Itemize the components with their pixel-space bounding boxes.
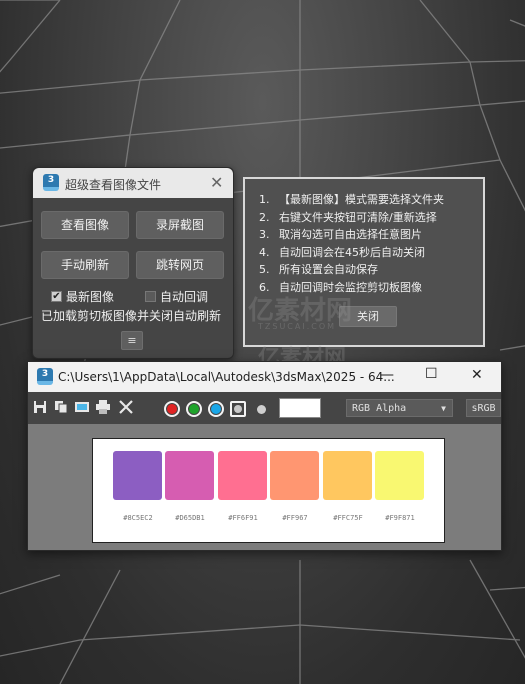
viewer-toolbar: RGB Alpha ▼ sRGB	[28, 392, 501, 424]
3dsmax-app-icon: 3	[37, 368, 53, 385]
print-icon[interactable]	[96, 400, 110, 414]
3dsmax-app-icon: 3	[43, 174, 59, 191]
chevron-down-icon: ▼	[441, 404, 446, 413]
view-image-button[interactable]: 查看图像	[41, 211, 129, 239]
latest-image-label: 最新图像	[66, 290, 115, 304]
auto-callback-label: 自动回调	[160, 290, 209, 304]
palette-swatch	[323, 451, 372, 500]
open-webpage-button[interactable]: 跳转网页	[136, 251, 224, 279]
palette-swatch	[218, 451, 267, 500]
tool-window: 3 超级查看图像文件 ✕ 查看图像 录屏截图 手动刷新 跳转网页 ✔ 最新图像 …	[32, 167, 234, 359]
green-channel-dot	[189, 404, 199, 414]
alpha-channel-toggle[interactable]	[230, 401, 246, 417]
minimize-icon[interactable]: —	[380, 367, 394, 383]
viewer-canvas: #8C5EC2 #D65DB1 #FF6F91 #FF967 #FFC75F #…	[28, 424, 501, 550]
help-item: 3. 取消勾选可自由选择任意图片	[259, 228, 422, 241]
color-swatch[interactable]	[279, 398, 321, 418]
mono-channel-icon[interactable]	[257, 405, 266, 414]
close-icon[interactable]: ✕	[471, 367, 483, 383]
palette-code: #FF967	[282, 514, 308, 522]
palette-swatch	[270, 451, 319, 500]
status-text: 已加载剪切板图像并关闭自动刷新	[41, 309, 222, 323]
palette-code: #8C5EC2	[123, 514, 153, 522]
tool-window-title: 超级查看图像文件	[65, 178, 162, 192]
image-viewer-window: 3 C:\Users\1\AppData\Local\Autodesk\3dsM…	[27, 361, 502, 551]
help-item: 1. 【最新图像】模式需要选择文件夹	[259, 193, 444, 206]
watermark-subtext: TZSUCAI.COM	[258, 322, 337, 331]
copy-icon[interactable]	[54, 400, 68, 414]
blue-channel-toggle[interactable]	[208, 401, 224, 417]
tool-titlebar[interactable]: 3 超级查看图像文件 ✕	[33, 168, 233, 198]
latest-image-checkbox[interactable]: ✔	[51, 291, 62, 302]
help-item: 2. 右键文件夹按钮可清除/重新选择	[259, 210, 437, 224]
clear-icon[interactable]	[119, 400, 133, 414]
palette-swatch	[113, 451, 162, 500]
clone-icon[interactable]	[75, 400, 89, 414]
manual-refresh-button[interactable]: 手动刷新	[41, 251, 129, 279]
help-item: 4. 自动回调会在45秒后自动关闭	[259, 245, 425, 259]
viewer-window-title: C:\Users\1\AppData\Local\Autodesk\3dsMax…	[58, 370, 395, 384]
screen-capture-button[interactable]: 录屏截图	[136, 211, 224, 239]
blue-channel-dot	[211, 404, 221, 414]
help-list: 1. 【最新图像】模式需要选择文件夹 2. 右键文件夹按钮可清除/重新选择 3. 取消…	[259, 191, 444, 296]
collapse-button[interactable]: ≡	[121, 331, 143, 350]
close-icon[interactable]: ✕	[210, 173, 223, 192]
red-channel-toggle[interactable]	[164, 401, 180, 417]
palette-code: #D65DB1	[175, 514, 205, 522]
auto-callback-checkbox[interactable]	[145, 291, 156, 302]
image-frame: #8C5EC2 #D65DB1 #FF6F91 #FF967 #FFC75F #…	[92, 438, 445, 543]
srgb-button[interactable]: sRGB	[466, 399, 501, 417]
palette-code: #FFC75F	[333, 514, 363, 522]
palette-code: #FF6F91	[228, 514, 258, 522]
viewer-titlebar[interactable]: 3 C:\Users\1\AppData\Local\Autodesk\3dsM…	[28, 362, 501, 392]
save-icon[interactable]	[33, 400, 47, 414]
palette-swatch	[165, 451, 214, 500]
maximize-icon[interactable]: ☐	[425, 366, 438, 382]
palette-code: #F9F871	[385, 514, 415, 522]
palette-swatch	[375, 451, 424, 500]
alpha-channel-dot	[234, 405, 242, 413]
red-channel-dot	[167, 404, 177, 414]
green-channel-toggle[interactable]	[186, 401, 202, 417]
help-item: 5. 所有设置会自动保存	[259, 263, 378, 276]
channel-select[interactable]: RGB Alpha ▼	[346, 399, 453, 417]
